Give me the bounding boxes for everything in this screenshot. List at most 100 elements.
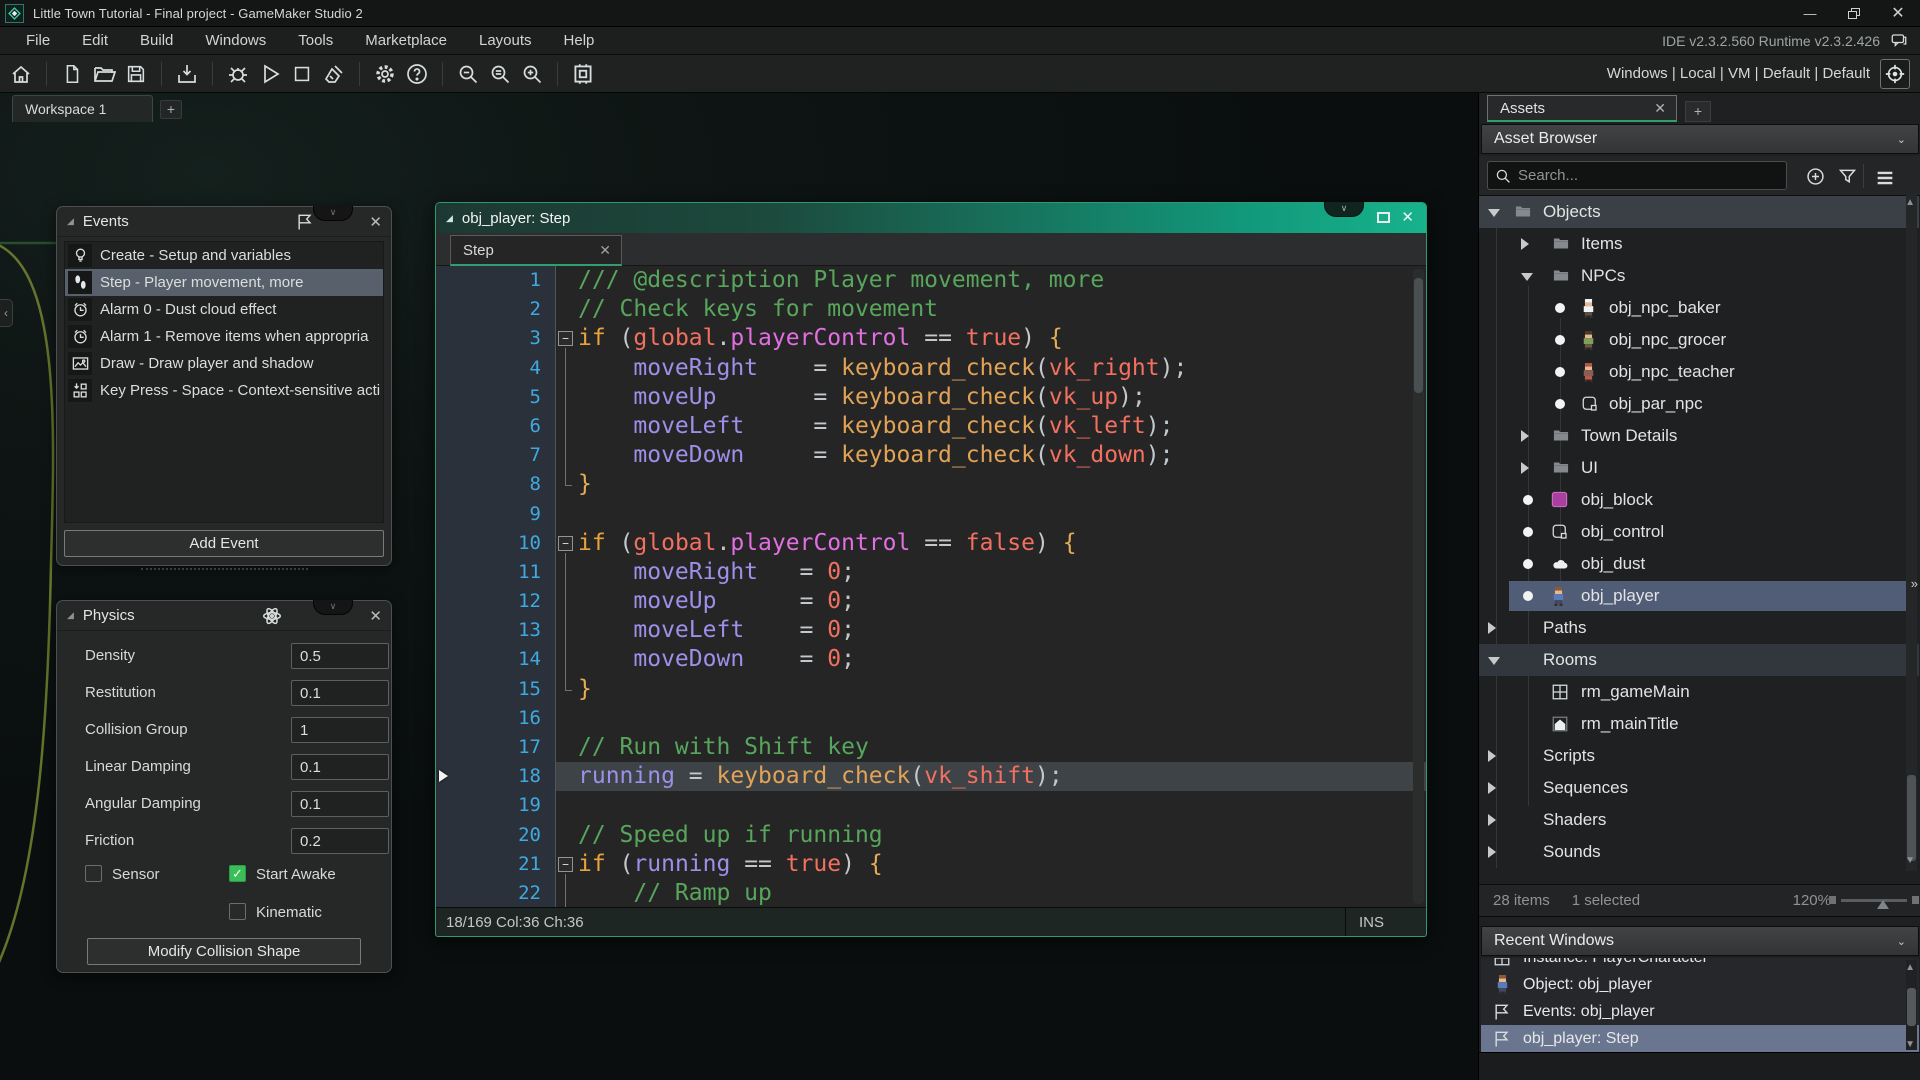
close-tab-icon[interactable]: ✕ bbox=[599, 242, 611, 259]
close-icon[interactable]: ✕ bbox=[1876, 0, 1920, 26]
code-window-header[interactable]: ◢ obj_player: Step ∨ ✕ bbox=[436, 202, 1426, 233]
zoom-in-icon[interactable] bbox=[517, 59, 547, 89]
dock-collapse-handle[interactable]: » bbox=[1911, 576, 1918, 591]
code-line-18[interactable]: 18 running = keyboard_check(vk_shift); bbox=[436, 762, 1426, 792]
target-platform-text[interactable]: Windows | Local | VM | Default | Default bbox=[1607, 65, 1870, 82]
code-line-10[interactable]: 10− if (global.playerControl == false) { bbox=[436, 528, 1426, 558]
zoom-out-icon[interactable] bbox=[453, 59, 483, 89]
scroll-up-icon[interactable]: ▲ bbox=[1905, 962, 1915, 973]
stop-icon[interactable] bbox=[287, 59, 317, 89]
chevron-expanded-icon[interactable] bbox=[1521, 273, 1533, 281]
new-project-icon[interactable] bbox=[57, 59, 87, 89]
menu-tools[interactable]: Tools bbox=[284, 29, 347, 52]
code-line-6[interactable]: 6 moveLeft = keyboard_check(vk_left); bbox=[436, 411, 1426, 442]
start-awake-checkbox[interactable]: ✓ bbox=[229, 865, 246, 882]
asset-browser-dropdown[interactable]: Asset Browser ⌄ bbox=[1481, 124, 1919, 154]
left-dock-collapse-handle[interactable]: ‹ bbox=[0, 299, 13, 327]
code-line-19[interactable]: 19 bbox=[436, 791, 1426, 821]
scroll-down-icon[interactable]: ▼ bbox=[1905, 855, 1915, 866]
tree-item-shaders[interactable]: Shaders bbox=[1479, 804, 1920, 836]
menu-build[interactable]: Build bbox=[126, 29, 187, 52]
code-line-21[interactable]: 21− if (running == true) { bbox=[436, 849, 1426, 879]
tree-item-objects[interactable]: Objects bbox=[1479, 196, 1920, 228]
code-fold-icon[interactable]: − bbox=[558, 331, 573, 347]
tree-item-obj_player[interactable]: obj_player bbox=[1479, 580, 1920, 612]
angular-damping-field[interactable]: 0.1 bbox=[291, 791, 389, 817]
target-device-icon[interactable] bbox=[568, 59, 598, 89]
event-item-3[interactable]: Alarm 0 - Dust cloud effect bbox=[65, 296, 383, 323]
code-line-16[interactable]: 16 bbox=[436, 703, 1426, 733]
close-icon[interactable]: ✕ bbox=[1401, 208, 1414, 226]
tree-item-obj_npc_baker[interactable]: obj_npc_baker bbox=[1479, 292, 1920, 324]
feedback-chat-icon[interactable] bbox=[1888, 32, 1910, 50]
code-line-13[interactable]: 13 moveLeft = 0; bbox=[436, 616, 1426, 646]
debug-icon[interactable] bbox=[223, 59, 253, 89]
tree-item-obj_control[interactable]: obj_control bbox=[1479, 516, 1920, 548]
event-item-2[interactable]: Step - Player movement, more bbox=[65, 269, 383, 296]
sensor-checkbox[interactable] bbox=[85, 865, 102, 882]
chevron-collapsed-icon[interactable] bbox=[1521, 462, 1529, 474]
chevron-collapsed-icon[interactable] bbox=[1521, 238, 1529, 250]
tree-item-obj_block[interactable]: obj_block bbox=[1479, 484, 1920, 516]
menu-file[interactable]: File bbox=[12, 29, 64, 52]
tree-item-obj_npc_grocer[interactable]: obj_npc_grocer bbox=[1479, 324, 1920, 356]
add-asset-icon[interactable] bbox=[1805, 166, 1826, 187]
tree-item-rm_gamemain[interactable]: rm_gameMain bbox=[1479, 676, 1920, 708]
code-line-1[interactable]: 1 /// @description Player movement, more bbox=[436, 266, 1426, 296]
search-input[interactable] bbox=[1487, 161, 1787, 190]
tree-item-items[interactable]: Items bbox=[1479, 228, 1920, 260]
event-item-6[interactable]: Key Press - Space - Context-sensitive ac… bbox=[65, 377, 383, 404]
chevron-collapsed-icon[interactable] bbox=[1521, 430, 1529, 442]
save-project-icon[interactable] bbox=[121, 59, 151, 89]
tree-item-obj_par_npc[interactable]: obj_par_npc bbox=[1479, 388, 1920, 420]
recent-window-item-1[interactable]: Instance: PlayerCharacter bbox=[1481, 958, 1919, 971]
chevron-collapsed-icon[interactable] bbox=[1488, 846, 1496, 858]
new-dock-tab-button[interactable]: + bbox=[1685, 101, 1711, 122]
tree-item-obj_npc_teacher[interactable]: obj_npc_teacher bbox=[1479, 356, 1920, 388]
workspace-tab[interactable]: Workspace 1 bbox=[12, 95, 153, 122]
menu-windows[interactable]: Windows bbox=[191, 29, 280, 52]
help-icon[interactable] bbox=[402, 59, 432, 89]
close-tab-icon[interactable]: ✕ bbox=[1654, 100, 1666, 117]
tree-item-ui[interactable]: UI bbox=[1479, 452, 1920, 484]
import-icon[interactable] bbox=[172, 59, 202, 89]
code-line-4[interactable]: 4 moveRight = keyboard_check(vk_right); bbox=[436, 353, 1426, 383]
code-line-22[interactable]: 22 // Ramp up bbox=[436, 878, 1426, 907]
recent-windows-header[interactable]: Recent Windows ⌄ bbox=[1481, 926, 1919, 956]
code-line-9[interactable]: 9 bbox=[436, 499, 1426, 529]
kinematic-checkbox[interactable] bbox=[229, 903, 246, 920]
menu-edit[interactable]: Edit bbox=[68, 29, 122, 52]
code-line-5[interactable]: 5 moveUp = keyboard_check(vk_up); bbox=[436, 382, 1426, 412]
chevron-expanded-icon[interactable] bbox=[1488, 657, 1500, 665]
event-item-5[interactable]: Draw - Draw player and shadow bbox=[65, 350, 383, 377]
menu-help[interactable]: Help bbox=[550, 29, 609, 52]
home-icon[interactable] bbox=[6, 59, 36, 89]
scroll-up-icon[interactable]: ▲ bbox=[1905, 197, 1915, 208]
tree-item-sequences[interactable]: Sequences bbox=[1479, 772, 1920, 804]
collapse-icon[interactable]: ◢ bbox=[67, 610, 74, 621]
zoom-reset-icon[interactable] bbox=[485, 59, 515, 89]
minimize-icon[interactable]: — bbox=[1788, 0, 1832, 26]
modify-collision-shape-button[interactable]: Modify Collision Shape bbox=[87, 938, 361, 965]
tree-item-rm_maintitle[interactable]: rm_mainTitle bbox=[1479, 708, 1920, 740]
panel-notch[interactable]: ∨ bbox=[1324, 202, 1364, 217]
chevron-collapsed-icon[interactable] bbox=[1488, 750, 1496, 762]
run-icon[interactable] bbox=[255, 59, 285, 89]
collapse-icon[interactable]: ◢ bbox=[67, 216, 74, 227]
code-line-14[interactable]: 14 moveDown = 0; bbox=[436, 645, 1426, 675]
target-manager-icon[interactable] bbox=[1880, 58, 1910, 89]
tree-item-paths[interactable]: Paths bbox=[1479, 612, 1920, 644]
density-field[interactable]: 0.5 bbox=[291, 643, 389, 669]
tree-item-npcs[interactable]: NPCs bbox=[1479, 260, 1920, 292]
chevron-collapsed-icon[interactable] bbox=[1488, 622, 1496, 634]
code-line-11[interactable]: 11 moveRight = 0; bbox=[436, 557, 1426, 588]
tree-item-town-details[interactable]: Town Details bbox=[1479, 420, 1920, 452]
tree-scrollbar-thumb[interactable] bbox=[1907, 775, 1916, 861]
code-line-20[interactable]: 20 // Speed up if running bbox=[436, 820, 1426, 850]
tree-item-obj_dust[interactable]: obj_dust bbox=[1479, 548, 1920, 580]
physics-panel-header[interactable]: ◢ Physics ∨ ✕ bbox=[57, 600, 391, 631]
chevron-collapsed-icon[interactable] bbox=[1488, 782, 1496, 794]
game-options-icon[interactable] bbox=[370, 59, 400, 89]
code-line-3[interactable]: 3− if (global.playerControl == true) { bbox=[436, 324, 1426, 354]
tab-assets[interactable]: Assets ✕ bbox=[1487, 95, 1677, 122]
